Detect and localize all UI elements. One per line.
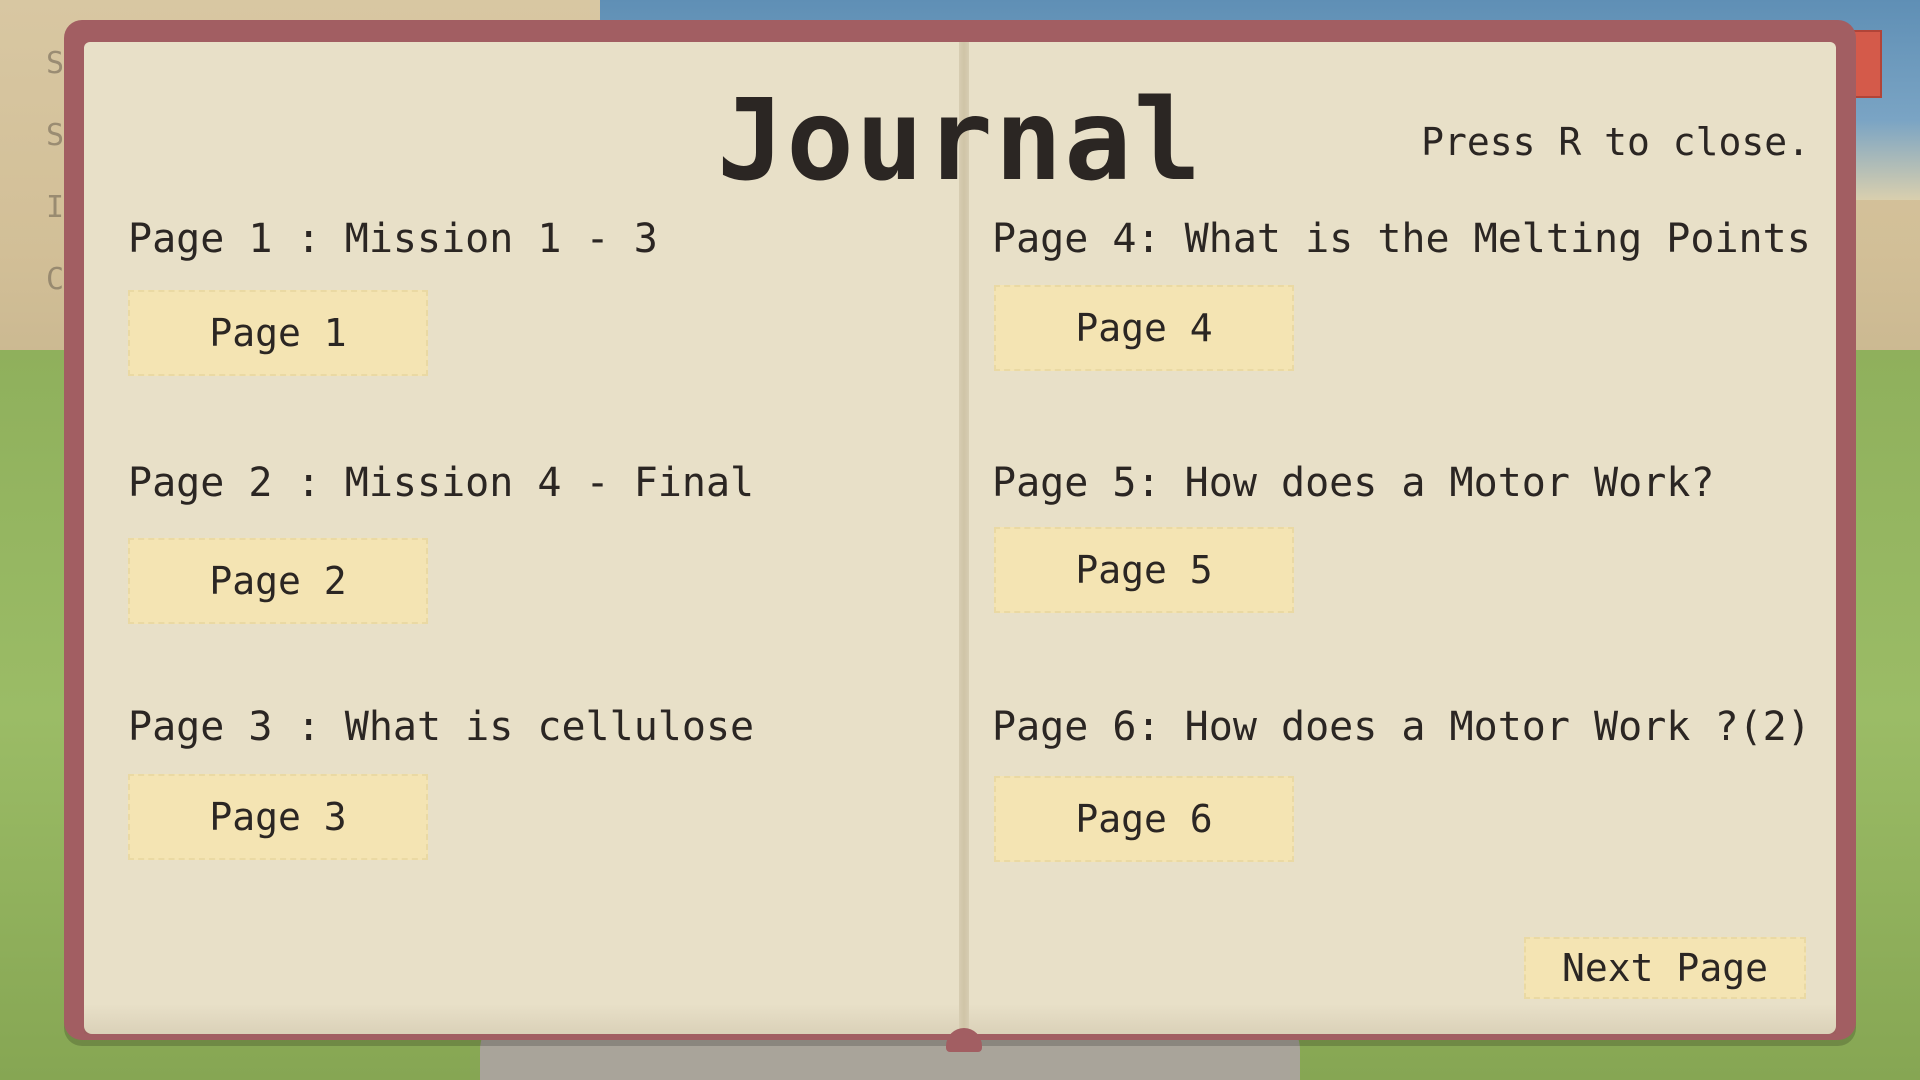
page-2-button[interactable]: Page 2 — [128, 538, 428, 624]
entry-heading-page-5: Page 5: How does a Motor Work? — [992, 460, 1715, 506]
page-1-button[interactable]: Page 1 — [128, 290, 428, 376]
background-side-label: C — [46, 262, 65, 297]
page-shadow — [966, 1004, 1836, 1034]
background-side-label: S — [46, 118, 65, 153]
background-side-label: S — [46, 46, 65, 81]
page-6-button[interactable]: Page 6 — [994, 776, 1294, 862]
page-3-button[interactable]: Page 3 — [128, 774, 428, 860]
game-scene: S S In C Journal Press R to close. Page … — [0, 0, 1920, 1080]
journal-book: Journal Press R to close. Page 1 : Missi… — [64, 20, 1856, 1052]
entry-heading-page-1: Page 1 : Mission 1 - 3 — [128, 216, 658, 262]
entry-heading-page-6: Page 6: How does a Motor Work ?(2) — [992, 704, 1811, 750]
next-page-button[interactable]: Next Page — [1524, 937, 1806, 999]
close-hint: Press R to close. — [1421, 120, 1810, 164]
page-5-button[interactable]: Page 5 — [994, 527, 1294, 613]
entry-heading-page-2: Page 2 : Mission 4 - Final — [128, 460, 755, 506]
entry-heading-page-3: Page 3 : What is cellulose — [128, 704, 755, 750]
page-shadow — [84, 1004, 962, 1034]
page-4-button[interactable]: Page 4 — [994, 285, 1294, 371]
entry-heading-page-4: Page 4: What is the Melting Points — [992, 216, 1811, 262]
